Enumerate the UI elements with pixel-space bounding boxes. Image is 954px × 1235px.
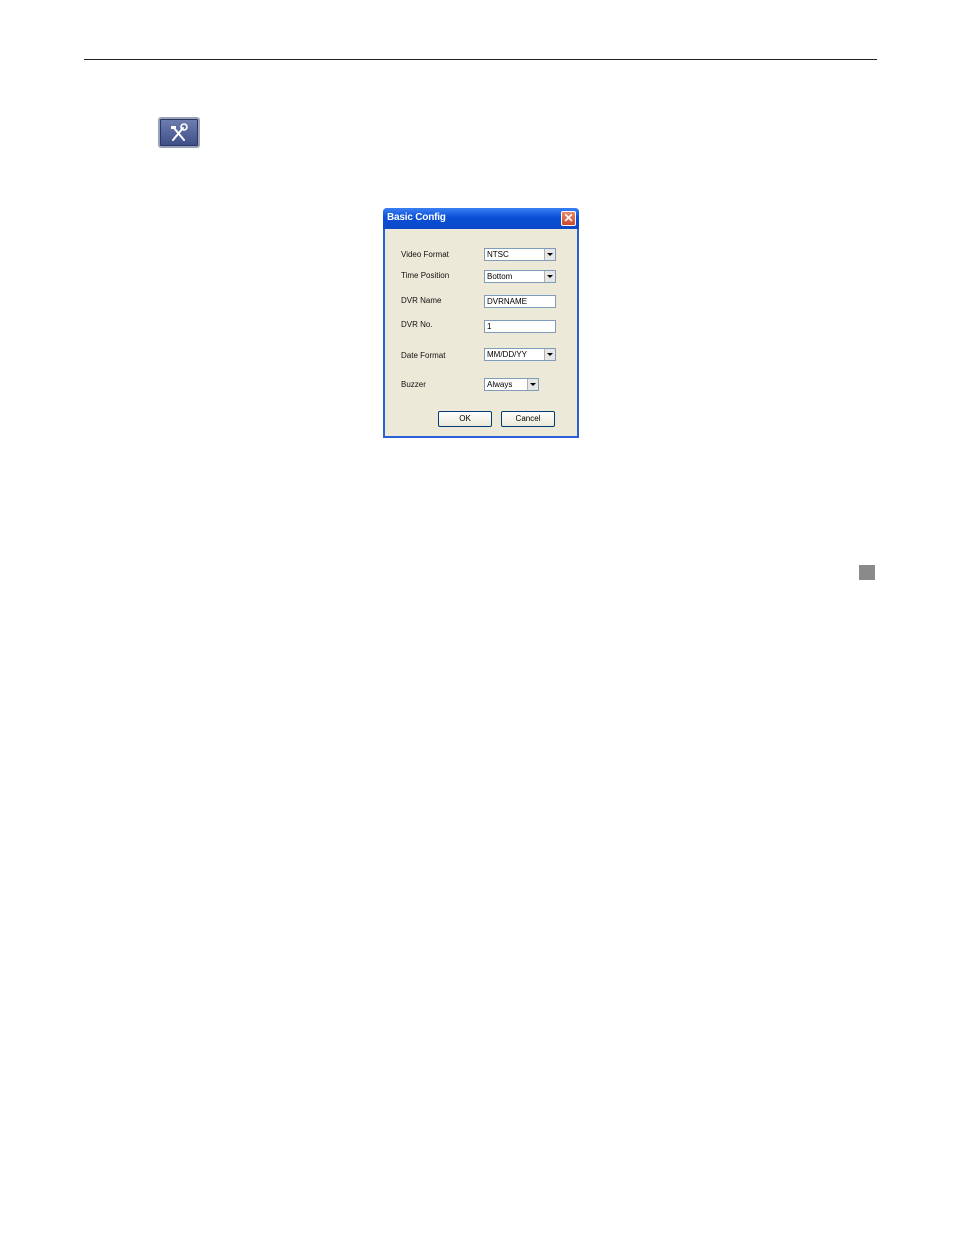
- buzzer-select[interactable]: Always: [484, 378, 539, 391]
- cancel-button[interactable]: Cancel: [501, 411, 555, 427]
- time-position-value: Bottom: [487, 272, 513, 281]
- close-icon: ✕: [563, 211, 574, 225]
- chevron-down-icon[interactable]: [544, 349, 555, 360]
- time-position-select[interactable]: Bottom: [484, 270, 556, 283]
- section-marker: [859, 565, 875, 580]
- top-rule: [84, 59, 877, 60]
- buzzer-label: Buzzer: [401, 380, 426, 389]
- dialog-title: Basic Config: [387, 212, 446, 223]
- chevron-down-icon[interactable]: [527, 379, 538, 390]
- chevron-down-icon[interactable]: [544, 271, 555, 282]
- basic-config-dialog: Basic Config ✕ Video Format NTSC Time Po…: [383, 208, 579, 438]
- dvr-no-label: DVR No.: [401, 320, 433, 329]
- video-format-select[interactable]: NTSC: [484, 248, 556, 261]
- buzzer-value: Always: [487, 380, 513, 389]
- tools-icon: [168, 122, 190, 143]
- date-format-select[interactable]: MM/DD/YY: [484, 348, 556, 361]
- video-format-value: NTSC: [487, 250, 509, 259]
- dvr-no-input[interactable]: 1: [484, 320, 556, 333]
- chevron-down-icon[interactable]: [544, 249, 555, 260]
- date-format-value: MM/DD/YY: [487, 350, 527, 359]
- dvr-name-input[interactable]: DVRNAME: [484, 295, 556, 308]
- date-format-label: Date Format: [401, 351, 446, 360]
- ok-button[interactable]: OK: [438, 411, 492, 427]
- video-format-label: Video Format: [401, 250, 449, 259]
- dvr-name-label: DVR Name: [401, 296, 442, 305]
- dialog-titlebar[interactable]: Basic Config ✕: [383, 208, 579, 229]
- time-position-label: Time Position: [401, 271, 450, 280]
- tools-button[interactable]: [158, 117, 200, 148]
- close-button[interactable]: ✕: [561, 211, 576, 226]
